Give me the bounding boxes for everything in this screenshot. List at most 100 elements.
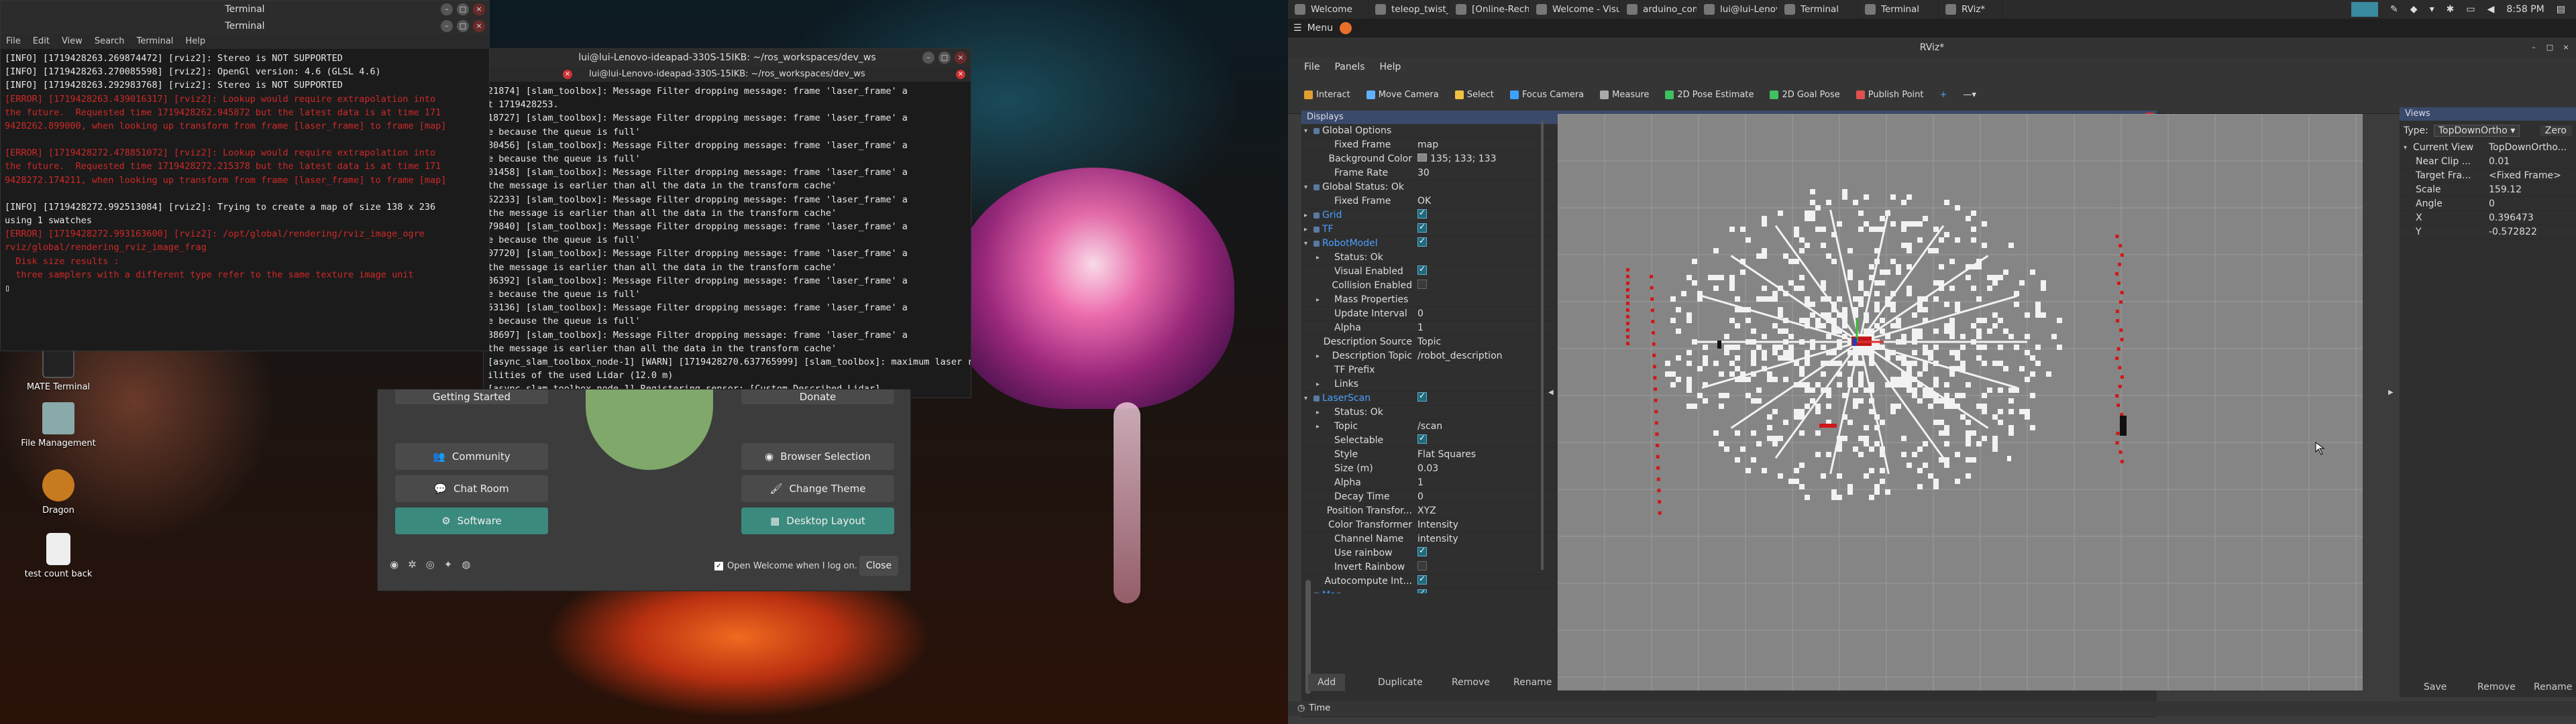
chat-room-button[interactable]: 💬 Chat Room (395, 475, 548, 502)
expand-icon[interactable]: ▾ (1304, 240, 1311, 247)
add-button[interactable]: Add (1308, 674, 1346, 691)
property-value[interactable]: -0.572822 (2483, 227, 2576, 237)
terminal-output[interactable]: [INFO] [1719428263.269874472] [rviz2]: S… (1, 49, 489, 298)
menu-help[interactable]: Help (1380, 58, 1401, 76)
close-tab-icon[interactable]: × (563, 70, 572, 79)
tool-measure[interactable]: Measure (1600, 90, 1649, 100)
maximize-icon[interactable]: □ (457, 3, 469, 15)
desktop-icon-files[interactable]: File Management (15, 402, 102, 448)
property-value[interactable]: 0.01 (2483, 156, 2576, 167)
checkbox[interactable] (1417, 561, 1427, 570)
view-row[interactable]: Near Clip ... 0.01 (2400, 155, 2576, 169)
workspace-switcher[interactable] (2351, 2, 2379, 17)
expand-icon[interactable]: ▸ (1304, 212, 1311, 219)
menu-panels[interactable]: Panels (1334, 58, 1364, 76)
desktop-icon-terminal[interactable]: MATE Terminal (15, 346, 102, 392)
desktop-layout-button[interactable]: ▦ Desktop Layout (741, 507, 894, 534)
menu-terminal[interactable]: Terminal (136, 34, 173, 49)
taskbar-item[interactable]: lui@lui-Lenovo-... (1697, 0, 1778, 19)
property-value[interactable]: 0.396473 (2483, 213, 2576, 223)
property-value[interactable]: 0 (2483, 198, 2576, 209)
shield-icon[interactable]: ◆ (2410, 4, 2418, 15)
menu-edit[interactable]: Edit (33, 34, 50, 49)
browser-selection-button[interactable]: ◉ Browser Selection (741, 443, 894, 470)
twitter-icon[interactable]: ✦ (444, 558, 453, 570)
tool-interact[interactable]: Interact (1304, 90, 1350, 100)
tool-menu-icon[interactable]: —▾ (1963, 90, 1976, 100)
view-type-select[interactable]: TopDownOrtho ▾ (2433, 125, 2520, 137)
desktop-icon-dragon[interactable]: Dragon (15, 469, 102, 516)
mint-icon[interactable]: ◉ (390, 558, 398, 570)
views-tree[interactable]: ▾ Current View TopDownOrtho... Near Clip ..… (2400, 141, 2576, 239)
change-theme-button[interactable]: 🖌 Change Theme (741, 475, 894, 502)
close-icon[interactable]: × (2560, 42, 2572, 54)
checkbox[interactable] (1417, 434, 1427, 444)
view-row[interactable]: Scale 159.12 (2400, 183, 2576, 197)
expand-icon[interactable]: ▸ (1316, 381, 1323, 388)
minimize-icon[interactable]: – (2528, 42, 2540, 54)
expand-icon[interactable]: ▾ (1304, 127, 1311, 135)
remove-view-button[interactable]: Remove (2468, 678, 2525, 696)
menu-file[interactable]: File (6, 34, 21, 49)
view-row[interactable]: Angle 0 (2400, 197, 2576, 211)
tool-move-camera[interactable]: Move Camera (1366, 90, 1439, 100)
view-row[interactable]: Target Fra... <Fixed Frame> (2400, 169, 2576, 183)
terminal-inner-titlebar[interactable]: Terminal – □ × (1, 19, 489, 34)
github-icon[interactable]: ◎ (426, 558, 435, 570)
menu-button[interactable]: ☰ Menu (1288, 23, 1333, 34)
property-value[interactable]: <Fixed Frame> (2483, 170, 2576, 181)
terminal-outer-titlebar[interactable]: Terminal – □ × (1, 1, 489, 19)
terminal-titlebar[interactable]: lui@lui-Lenovo-ideapad-330S-15IKB: ~/ros… (484, 49, 971, 67)
rename-button[interactable]: Rename (1504, 674, 1561, 691)
menu-search[interactable]: Search (95, 34, 125, 49)
software-button[interactable]: ⚙ Software (395, 507, 548, 534)
donate-button[interactable]: Donate (741, 389, 894, 404)
checkbox[interactable] (1417, 280, 1427, 289)
wifi-icon[interactable]: ▾ (2430, 4, 2434, 15)
getting-started-button[interactable]: Getting Started (395, 389, 548, 404)
rviz-titlebar[interactable]: RViz* – □ × (1288, 38, 2576, 58)
save-button[interactable]: Save (2414, 678, 2456, 696)
expand-icon[interactable]: ▾ (2404, 144, 2410, 152)
tool-select[interactable]: Select (1454, 90, 1494, 100)
checkbox[interactable] (1417, 392, 1427, 402)
property-value[interactable]: 159.12 (2483, 184, 2576, 195)
checkbox[interactable]: ✓ (714, 562, 723, 570)
expand-icon[interactable]: ▸ (1304, 226, 1311, 233)
close-icon[interactable]: × (473, 3, 485, 15)
tool-2d-pose-estimate[interactable]: 2D Pose Estimate (1665, 90, 1754, 100)
open-on-login[interactable]: ✓ Open Welcome when I log on. (714, 561, 857, 571)
tool-focus-camera[interactable]: Focus Camera (1509, 90, 1584, 100)
property-value[interactable]: TopDownOrtho... (2483, 142, 2576, 153)
minimize-icon[interactable]: – (922, 52, 934, 64)
notes-icon[interactable]: ▤ (2557, 4, 2565, 15)
terminal-window-dev-ws[interactable]: lui@lui-Lenovo-ideapad-330S-15IKB: ~/ros… (483, 48, 971, 398)
expand-icon[interactable]: ▸ (1316, 353, 1322, 360)
close-button[interactable]: Close (859, 556, 898, 576)
tool-publish-point[interactable]: Publish Point (1856, 90, 1923, 100)
terminal-window-rviz[interactable]: Terminal – □ × Terminal – □ × File Edit View… (0, 0, 490, 351)
taskbar-item[interactable]: Welcome (1288, 0, 1368, 19)
add-tool-icon[interactable]: + (1939, 90, 1947, 100)
terminal-output[interactable]: 21874] [slam_toolbox]: Message Filter dr… (484, 82, 971, 399)
displays-scrollbar[interactable] (1541, 121, 1544, 570)
volume-icon[interactable]: ◀ (2487, 4, 2495, 15)
clock[interactable]: 8:58 PM (2506, 4, 2544, 15)
close-icon[interactable]: × (473, 20, 485, 32)
collapse-left-icon[interactable]: ◀ (1548, 389, 1554, 396)
taskbar-item[interactable]: arduino_comms... (1620, 0, 1697, 19)
community-button[interactable]: 👥 Community (395, 443, 548, 470)
collapse-right-icon[interactable]: ▶ (2388, 389, 2394, 396)
expand-icon[interactable]: ▸ (1316, 423, 1323, 430)
expand-icon[interactable]: ▸ (1316, 409, 1323, 416)
forum-icon[interactable]: ✲ (408, 558, 417, 570)
taskbar-item[interactable]: teleop_twist_ke... (1368, 0, 1449, 19)
firefox-icon[interactable] (1340, 22, 1352, 34)
pen-icon[interactable]: ✎ (2390, 4, 2398, 15)
taskbar-item[interactable]: [Online-Rechner ... (1449, 0, 1529, 19)
taskbar-item[interactable]: RViz* (1939, 0, 2002, 19)
view-row[interactable]: X 0.396473 (2400, 211, 2576, 225)
duplicate-button[interactable]: Duplicate (1368, 674, 1432, 691)
zero-button[interactable]: Zero (2539, 125, 2572, 136)
checkbox[interactable] (1417, 589, 1427, 593)
